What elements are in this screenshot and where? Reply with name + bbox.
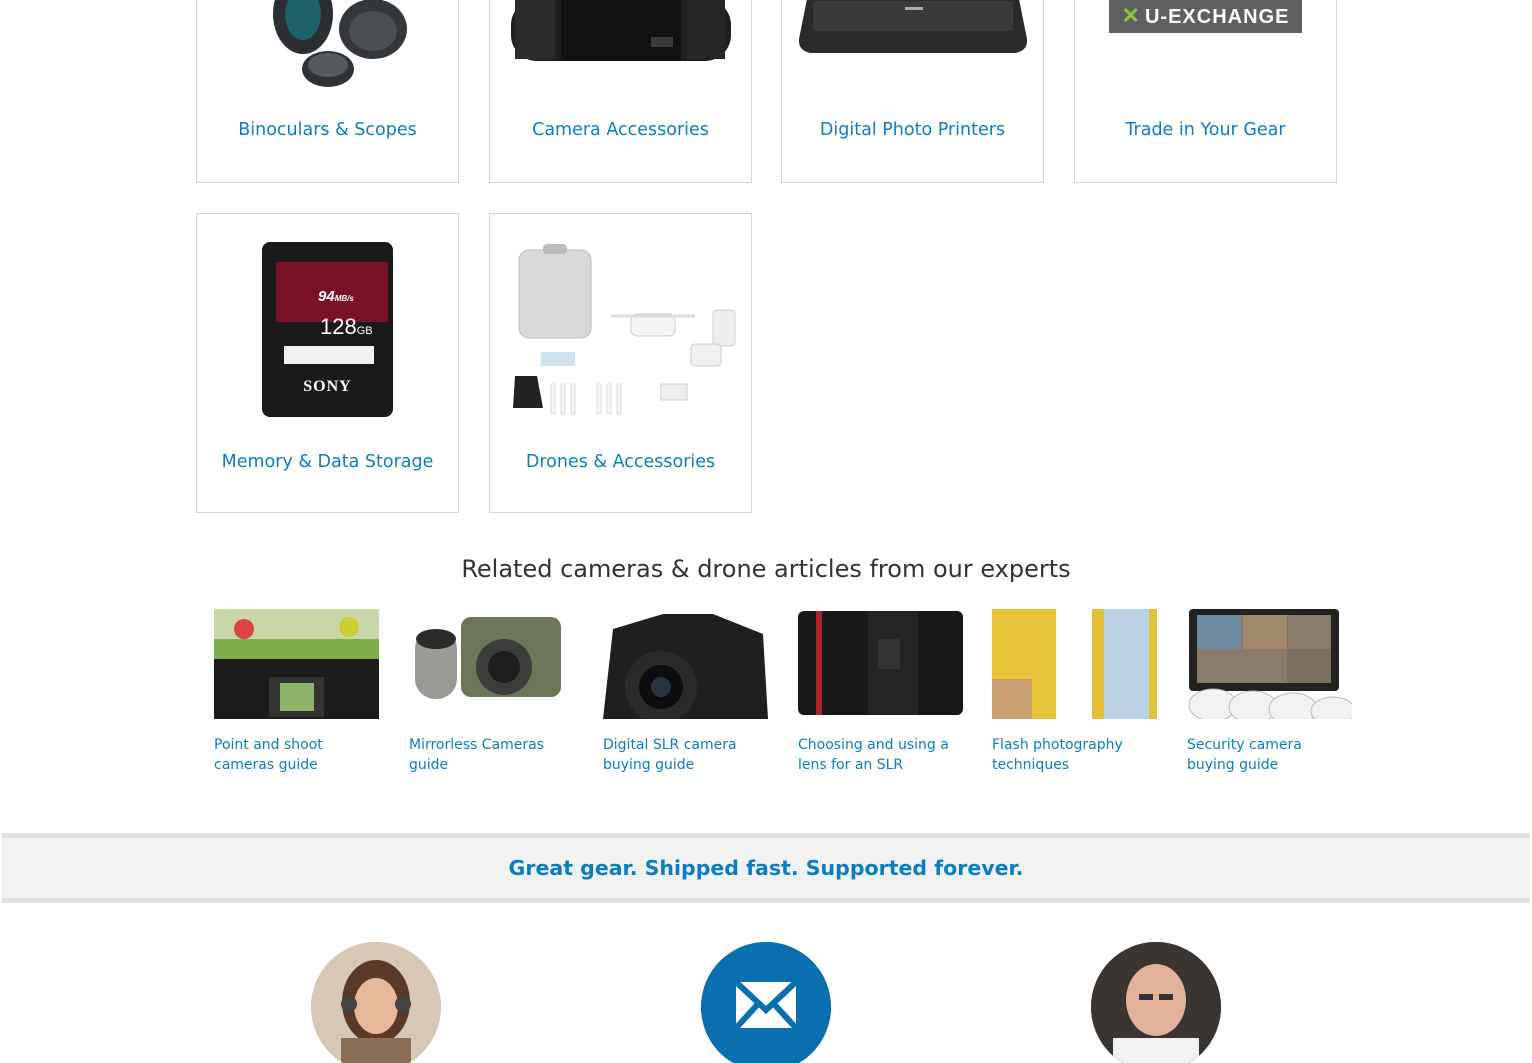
sd-capacity-unit: GB xyxy=(356,325,373,337)
sd-card-image: 94MB/s 128GB SONY xyxy=(197,242,458,417)
article-point-and-shoot[interactable]: Point and shoot cameras guide xyxy=(214,609,380,775)
binoculars-image xyxy=(197,0,458,99)
drone-kit-image xyxy=(490,244,751,419)
category-tile-drones[interactable]: Drones & Accessories xyxy=(489,213,752,513)
category-tile-binoculars[interactable]: Binoculars & Scopes xyxy=(196,0,459,183)
category-label: Drones & Accessories xyxy=(525,452,716,472)
category-label: Trade in Your Gear xyxy=(1125,120,1286,140)
category-tile-printers[interactable]: Digital Photo Printers xyxy=(781,0,1044,183)
category-label: Binoculars & Scopes xyxy=(238,120,417,140)
category-tile-memory[interactable]: 94MB/s 128GB SONY Memory & Data Storage xyxy=(196,213,459,513)
sd-speed-unit: MB/s xyxy=(334,294,354,303)
sd-brand: SONY xyxy=(303,378,352,395)
article-image xyxy=(603,609,768,719)
article-image xyxy=(409,609,574,719)
printer-image xyxy=(782,0,1043,59)
email-icon[interactable] xyxy=(701,942,831,1063)
category-label: Digital Photo Printers xyxy=(819,120,1006,140)
article-image xyxy=(1187,609,1352,719)
expert-avatar[interactable] xyxy=(1091,942,1221,1063)
lens-image xyxy=(490,0,751,69)
exchange-logo-image: ✕ U-EXCHANGE xyxy=(1075,0,1336,33)
article-security[interactable]: Security camera buying guide xyxy=(1187,609,1353,775)
category-tile-trade-in[interactable]: ✕ U-EXCHANGE Trade in Your Gear xyxy=(1074,0,1337,183)
article-image xyxy=(992,609,1157,719)
exchange-logo-text: U-EXCHANGE xyxy=(1144,6,1290,28)
article-caption[interactable]: Choosing and using a lens for an SLR xyxy=(798,735,964,775)
article-mirrorless[interactable]: Mirrorless Cameras guide xyxy=(409,609,575,775)
article-flash[interactable]: Flash photography techniques xyxy=(992,609,1158,775)
category-label: Camera Accessories xyxy=(532,120,709,140)
article-image xyxy=(798,609,963,719)
tagline-band: Great gear. Shipped fast. Supported fore… xyxy=(2,833,1530,903)
article-caption[interactable]: Digital SLR camera buying guide xyxy=(603,735,769,775)
sd-speed: 94 xyxy=(318,288,335,305)
articles-heading: Related cameras & drone articles from ou… xyxy=(461,555,1071,583)
article-image xyxy=(214,609,379,719)
article-dslr[interactable]: Digital SLR camera buying guide xyxy=(603,609,769,775)
article-caption[interactable]: Security camera buying guide xyxy=(1187,735,1353,775)
category-tile-camera-accessories[interactable]: Camera Accessories xyxy=(489,0,752,183)
tagline-text: Great gear. Shipped fast. Supported fore… xyxy=(508,856,1024,880)
article-caption[interactable]: Point and shoot cameras guide xyxy=(214,735,380,775)
support-person-avatar[interactable] xyxy=(311,942,441,1063)
article-caption[interactable]: Flash photography techniques xyxy=(992,735,1158,775)
sd-capacity: 128 xyxy=(320,314,357,339)
category-label: Memory & Data Storage xyxy=(221,452,434,472)
article-caption[interactable]: Mirrorless Cameras guide xyxy=(409,735,575,775)
article-slr-lens[interactable]: Choosing and using a lens for an SLR xyxy=(798,609,964,775)
